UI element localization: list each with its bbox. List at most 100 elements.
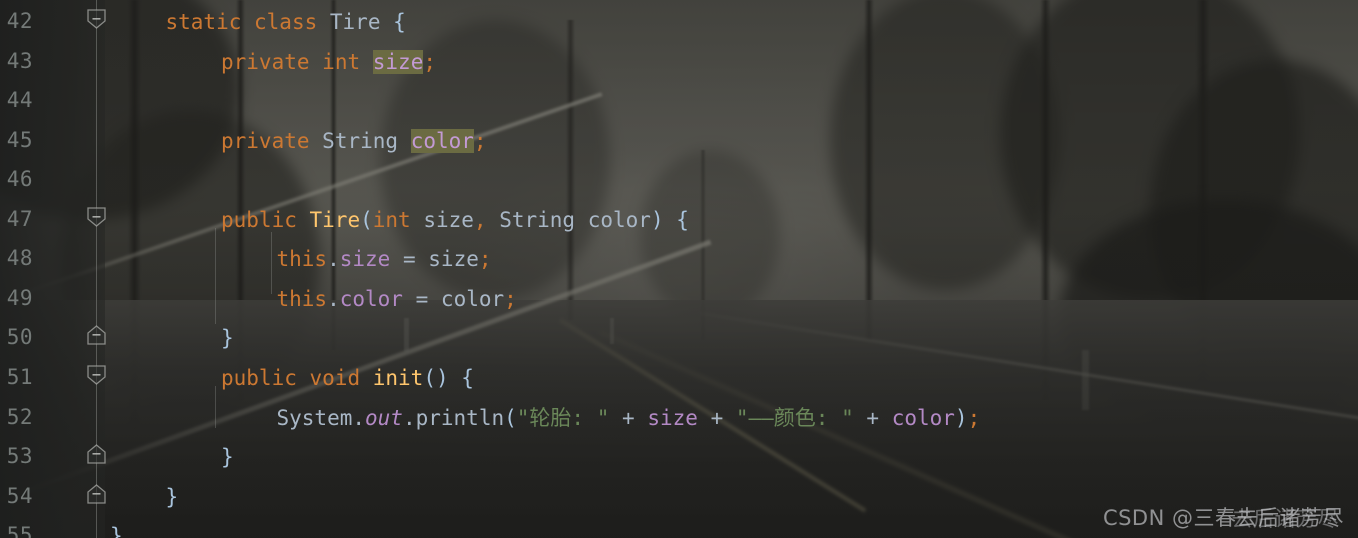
token-43-3 <box>360 50 373 74</box>
token-51-4: init <box>372 365 424 390</box>
watermark-author-ghost: 去后诸芳尽 <box>1231 507 1339 531</box>
token-45-5: ; <box>473 128 487 153</box>
code-text-area[interactable]: static class Tire {private int size; priv… <box>0 0 1358 538</box>
token-49-4: = <box>415 286 429 311</box>
token-51-7: { <box>461 365 474 390</box>
token-52-6: "轮胎: " <box>516 405 610 430</box>
token-51-6 <box>449 366 462 390</box>
token-52-1: . <box>352 405 366 430</box>
token-52-11 <box>698 406 711 430</box>
csdn-watermark: CSDN @三春去后诸芳尽 去后诸芳尽 <box>1103 502 1344 532</box>
token-42-0: static <box>165 10 242 34</box>
code-line-47[interactable]: public Tire(int size, String color) { <box>221 208 689 232</box>
token-51-0: public <box>221 365 297 390</box>
token-49-1: . <box>327 286 340 311</box>
token-47-0: public <box>221 207 297 232</box>
token-42-4: Tire <box>329 10 381 34</box>
token-52-10: size <box>647 405 698 430</box>
token-45-0: private <box>221 128 310 153</box>
token-51-5: () <box>423 365 449 390</box>
token-48-3 <box>390 247 403 271</box>
token-52-15 <box>854 406 867 430</box>
token-47-4: int <box>372 207 411 232</box>
token-49-7: ; <box>504 286 517 311</box>
code-line-50[interactable]: } <box>221 326 234 350</box>
token-52-7 <box>609 406 622 430</box>
code-editor[interactable]: 42 43 44 45 46 47 48 49 50 51 52 53 54 55 static clas… <box>0 0 1358 538</box>
code-line-55[interactable]: } <box>110 524 123 538</box>
token-52-9 <box>635 406 648 430</box>
indent-guide-3 <box>271 232 272 294</box>
token-52-3: . <box>402 405 416 430</box>
token-52-17 <box>879 406 892 430</box>
token-47-7: , <box>473 207 500 232</box>
token-43-5: ; <box>423 49 436 74</box>
token-42-6: { <box>393 10 406 34</box>
token-43-0: private <box>221 49 310 74</box>
indent-guide-1 <box>215 228 216 324</box>
code-line-54[interactable]: } <box>166 485 179 509</box>
token-52-5: ( <box>504 405 517 430</box>
token-49-5 <box>428 287 441 311</box>
token-52-4: println <box>415 405 505 430</box>
token-51-3 <box>360 366 373 390</box>
token-47-6: size <box>423 207 474 232</box>
token-42-5 <box>380 10 393 34</box>
token-52-12: + <box>710 405 724 430</box>
token-52-0: System <box>276 405 353 430</box>
token-42-1 <box>241 10 254 34</box>
code-line-53[interactable]: } <box>221 445 234 469</box>
token-43-1 <box>310 50 323 74</box>
token-50-0: } <box>221 326 234 351</box>
token-43-4: size <box>372 49 424 74</box>
token-47-2: Tire <box>309 207 361 232</box>
code-line-48[interactable]: this.size = size; <box>277 247 492 271</box>
token-49-6: color <box>440 286 505 311</box>
watermark-author-wrap: 三春去后诸芳尽 去后诸芳尽 <box>1194 502 1345 532</box>
code-line-45[interactable]: private String color; <box>221 128 487 153</box>
token-52-19: ) <box>954 405 968 430</box>
token-47-11: ) <box>650 207 664 232</box>
token-43-2: int <box>322 49 361 74</box>
token-47-5 <box>411 208 424 232</box>
token-48-2: size <box>339 247 391 272</box>
code-line-49[interactable]: this.color = color; <box>277 287 517 311</box>
token-48-0: this <box>276 247 328 272</box>
indent-guide-2 <box>215 386 216 428</box>
token-47-9 <box>575 208 588 232</box>
token-48-6: size <box>428 247 479 272</box>
code-line-42[interactable]: static class Tire { <box>166 10 406 34</box>
token-47-13: { <box>676 207 689 232</box>
token-49-0: this <box>276 286 328 311</box>
token-52-18: color <box>891 405 955 430</box>
token-47-10: color <box>587 207 651 232</box>
token-47-1 <box>297 208 310 232</box>
editor-screenshot: 42 43 44 45 46 47 48 49 50 51 52 53 54 55 static clas… <box>0 0 1358 538</box>
token-52-14: "——颜色: " <box>735 405 854 430</box>
token-42-2: class <box>254 10 318 34</box>
token-48-4: = <box>402 247 416 272</box>
token-48-5 <box>416 247 429 271</box>
code-line-52[interactable]: System.out.println("轮胎: " + size + "——颜色… <box>277 406 981 430</box>
token-52-20: ; <box>967 405 981 430</box>
token-45-3 <box>398 129 411 153</box>
token-52-2: out <box>365 405 403 430</box>
token-45-2: String <box>322 128 399 153</box>
code-line-51[interactable]: public void init() { <box>221 366 474 390</box>
token-55-0: } <box>110 524 123 538</box>
watermark-prefix: CSDN @ <box>1102 506 1194 530</box>
token-42-3 <box>317 10 330 34</box>
token-49-2: color <box>339 286 403 311</box>
code-line-43[interactable]: private int size; <box>221 49 436 74</box>
token-47-8: String <box>499 207 576 232</box>
token-47-12 <box>664 208 677 232</box>
token-54-0: } <box>165 484 179 509</box>
token-51-1 <box>297 366 310 390</box>
token-52-16: + <box>866 405 880 430</box>
token-48-1: . <box>327 247 340 272</box>
token-48-7: ; <box>478 247 492 272</box>
token-47-3: ( <box>360 207 373 232</box>
token-51-2: void <box>309 365 361 390</box>
token-52-8: + <box>622 405 635 430</box>
token-52-13 <box>723 406 736 430</box>
